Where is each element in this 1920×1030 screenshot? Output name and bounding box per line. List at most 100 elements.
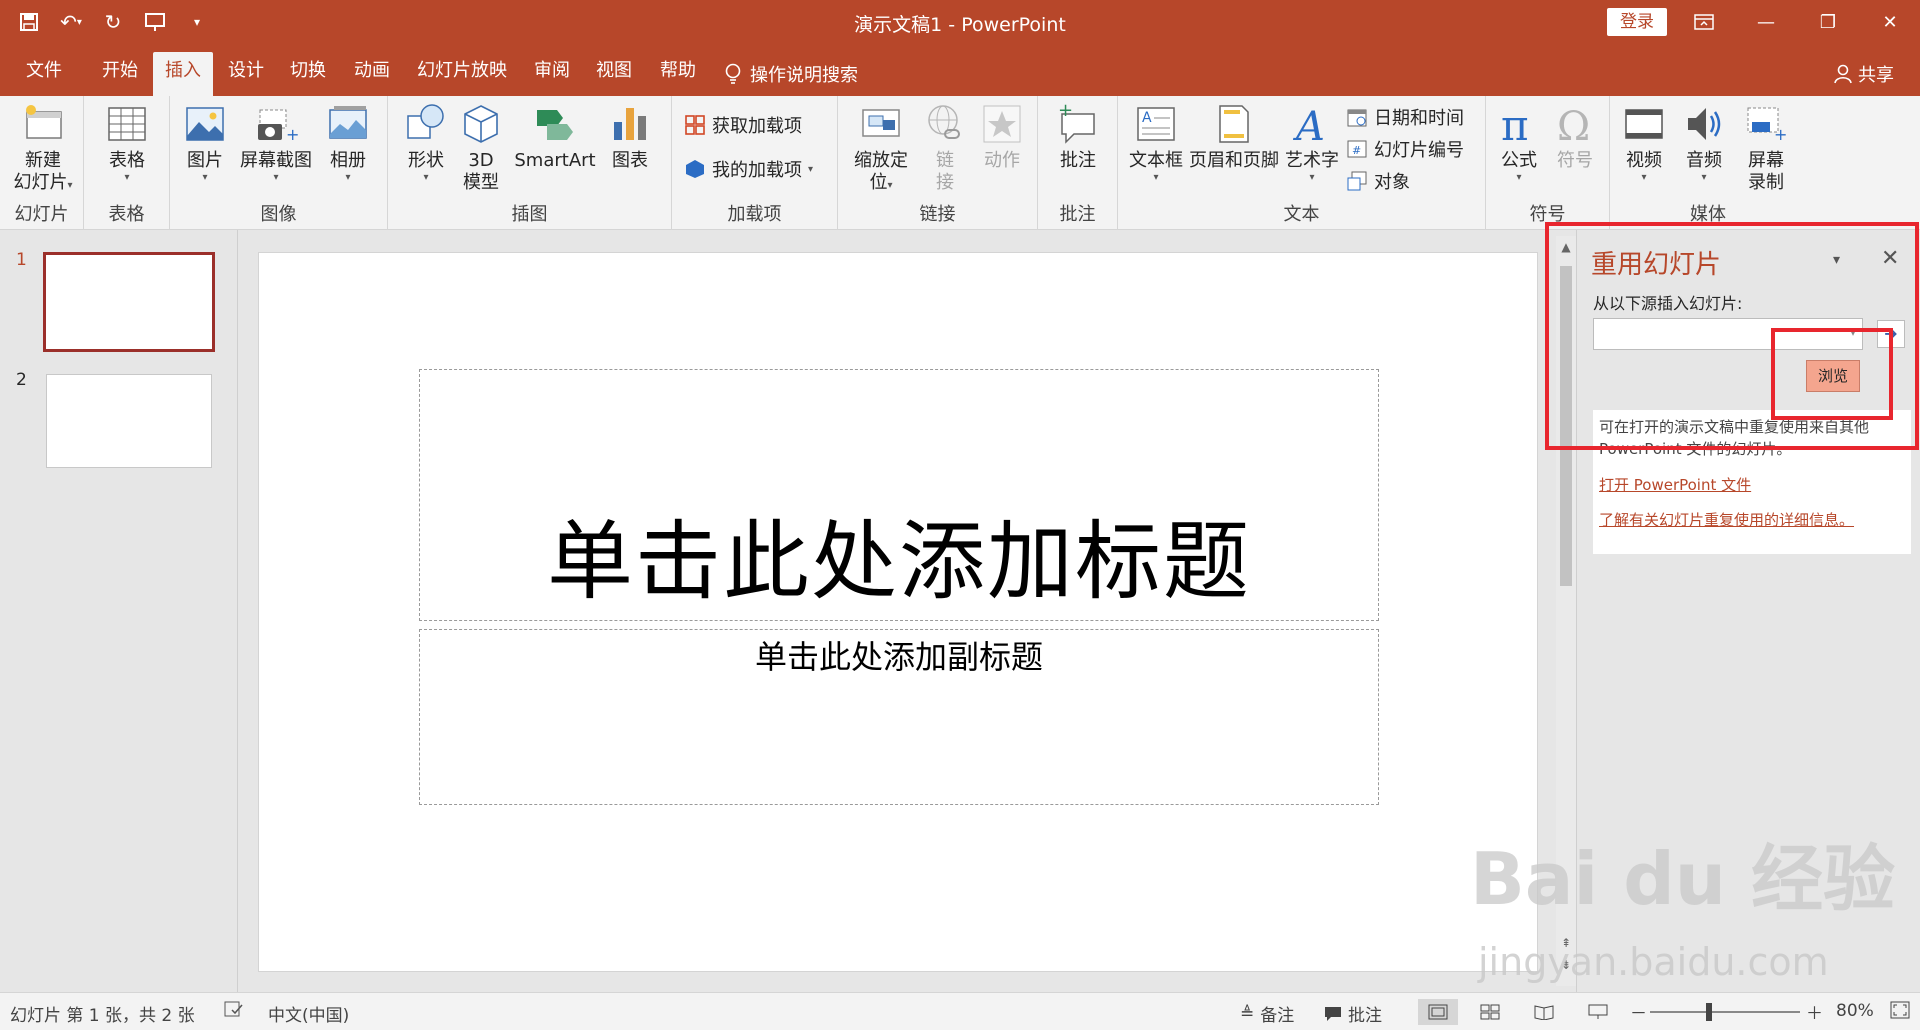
video-button[interactable]: 视频 ▾ xyxy=(1616,102,1672,184)
share-button[interactable]: 共享 xyxy=(1834,61,1894,87)
tab-transitions[interactable]: 切换 xyxy=(278,52,338,96)
symbol-button[interactable]: Ω 符号 xyxy=(1548,102,1602,172)
close-window-icon[interactable]: ✕ xyxy=(1862,0,1918,44)
smartart-button[interactable]: SmartArt xyxy=(512,102,598,172)
spellcheck-icon[interactable] xyxy=(224,1001,244,1019)
restore-icon[interactable]: ❐ xyxy=(1800,0,1856,44)
open-powerpoint-file-link[interactable]: 打开 PowerPoint 文件 xyxy=(1599,474,1905,495)
group-symbols: π 公式 ▾ Ω 符号 符号 xyxy=(1486,96,1610,230)
picture-icon xyxy=(186,107,224,141)
table-icon xyxy=(108,107,146,141)
shapes-button[interactable]: 形状 ▾ xyxy=(400,102,452,184)
get-addins-button[interactable]: 获取加载项 xyxy=(684,112,802,138)
ribbon-tabs: 文件 开始 插入 设计 切换 动画 幻灯片放映 审阅 视图 帮助 操作说明搜索 … xyxy=(0,44,1920,96)
wordart-button[interactable]: A 艺术字 ▾ xyxy=(1284,102,1340,184)
audio-button[interactable]: 音频 ▾ xyxy=(1676,102,1732,184)
slide-sorter-view-icon[interactable] xyxy=(1470,999,1510,1025)
lightbulb-icon xyxy=(725,63,741,84)
minimize-icon[interactable]: — xyxy=(1738,0,1794,44)
screenshot-button[interactable]: + 屏幕截图 ▾ xyxy=(236,102,316,184)
group-images: 图片 ▾ + 屏幕截图 ▾ 相册 ▾ 图像 xyxy=(170,96,388,230)
my-addins-button[interactable]: 我的加载项 ▾ xyxy=(684,156,813,182)
normal-view-icon[interactable] xyxy=(1418,999,1458,1025)
slideshow-view-icon[interactable] xyxy=(1578,999,1618,1025)
comments-button[interactable]: 批注 xyxy=(1324,1001,1382,1026)
comment-icon: + xyxy=(1058,102,1095,144)
tell-me-search[interactable]: 操作说明搜索 xyxy=(724,61,858,87)
watermark-url: jingyan.baidu.com xyxy=(1478,940,1829,984)
textbox-button[interactable]: A 文本框 ▾ xyxy=(1128,102,1184,184)
equation-button[interactable]: π 公式 ▾ xyxy=(1494,102,1544,184)
svg-text:A: A xyxy=(1142,110,1152,126)
slide-editing-area: 单击此处添加标题 单击此处添加副标题 ▲ ⇞ ⇟ xyxy=(238,230,1576,992)
learn-more-link[interactable]: 了解有关幻灯片重复使用的详细信息。 xyxy=(1599,509,1905,530)
highlight-box-browse xyxy=(1771,328,1893,420)
tab-slideshow[interactable]: 幻灯片放映 xyxy=(405,52,519,96)
login-button[interactable]: 登录 xyxy=(1607,8,1667,36)
subtitle-placeholder[interactable]: 单击此处添加副标题 xyxy=(419,629,1379,805)
datetime-button[interactable]: 日期和时间 xyxy=(1346,104,1464,130)
language-status[interactable]: 中文(中国) xyxy=(268,1001,349,1026)
watermark-logo: Bai du 经验 xyxy=(1470,837,1896,921)
zoom-level[interactable]: 80% xyxy=(1836,1001,1874,1021)
tab-file[interactable]: 文件 xyxy=(14,52,74,96)
notes-button[interactable]: ≜ 备注 xyxy=(1240,1001,1294,1027)
svg-text:+: + xyxy=(286,125,298,144)
new-slide-button[interactable]: 新建 幻灯片▾ xyxy=(8,102,78,194)
tab-animations[interactable]: 动画 xyxy=(342,52,402,96)
reading-view-icon[interactable] xyxy=(1524,999,1564,1025)
group-label-tables: 表格 xyxy=(108,204,145,225)
undo-icon[interactable]: ↶ ▾ xyxy=(56,8,86,36)
addin-cube-icon xyxy=(686,160,704,178)
object-button[interactable]: 对象 xyxy=(1346,168,1410,194)
3d-models-button[interactable]: 3D 模型 xyxy=(456,102,506,194)
tab-home[interactable]: 开始 xyxy=(90,52,150,96)
action-button[interactable]: 动作 xyxy=(974,102,1030,172)
comment-button[interactable]: + 批注 xyxy=(1048,102,1108,172)
presentation-icon[interactable] xyxy=(140,8,170,36)
title-placeholder[interactable]: 单击此处添加标题 xyxy=(419,369,1379,621)
group-text: A 文本框 ▾ 页眉和页脚 A 艺术字 ▾ 日期和时间 # 幻灯片编号 对象 文… xyxy=(1118,96,1486,230)
zoom-out-button[interactable]: － xyxy=(1630,999,1647,1024)
comment-status-icon xyxy=(1325,1006,1341,1021)
new-slide-icon xyxy=(26,105,62,139)
link-button[interactable]: 链 接 xyxy=(920,102,970,194)
cube-icon xyxy=(464,105,498,143)
fit-slide-icon[interactable] xyxy=(1890,1001,1910,1019)
picture-button[interactable]: 图片 ▾ xyxy=(178,102,232,184)
slide-thumbnail-1[interactable] xyxy=(43,252,215,352)
photo-album-icon xyxy=(329,106,367,139)
zoom-in-button[interactable]: ＋ xyxy=(1806,999,1823,1024)
slide-thumbnail-pane: 1 2 xyxy=(0,230,238,992)
chart-button[interactable]: 图表 xyxy=(602,102,658,172)
slide-number-button[interactable]: # 幻灯片编号 xyxy=(1346,136,1464,162)
tab-help[interactable]: 帮助 xyxy=(648,52,708,96)
slide-thumbnail-2[interactable] xyxy=(46,374,212,468)
ribbon-display-options-icon[interactable] xyxy=(1676,0,1732,44)
shapes-icon xyxy=(407,104,444,139)
tab-view[interactable]: 视图 xyxy=(584,52,644,96)
comments-label: 批注 xyxy=(1348,1006,1382,1026)
group-media: 视频 ▾ 音频 ▾ + 屏幕 录制 媒体 xyxy=(1610,96,1806,230)
redo-icon[interactable]: ↻ xyxy=(98,8,128,36)
film-icon xyxy=(1625,109,1663,139)
group-label-illustrations: 插图 xyxy=(511,204,548,225)
tab-design[interactable]: 设计 xyxy=(216,52,276,96)
zoom-slides-icon xyxy=(862,109,900,137)
save-icon[interactable] xyxy=(14,8,44,36)
zoom-slider-track[interactable] xyxy=(1650,1011,1800,1013)
zoom-slider-thumb[interactable] xyxy=(1706,1003,1712,1021)
tab-review[interactable]: 审阅 xyxy=(522,52,582,96)
tab-insert[interactable]: 插入 xyxy=(153,52,213,96)
table-button[interactable]: 表格 ▾ xyxy=(94,102,160,184)
customize-qat-icon[interactable]: ▾ xyxy=(182,8,212,36)
screen-recording-button[interactable]: + 屏幕 录制 xyxy=(1736,102,1796,194)
current-slide[interactable]: 单击此处添加标题 单击此处添加副标题 xyxy=(258,252,1538,972)
thumbnail-number: 1 xyxy=(16,250,27,270)
header-footer-button[interactable]: 页眉和页脚 xyxy=(1188,102,1280,172)
svg-text:#: # xyxy=(1352,144,1361,157)
svg-text:Ω: Ω xyxy=(1557,104,1590,146)
zoom-button[interactable]: 缩放定 位▾ xyxy=(846,102,916,194)
bar-chart-icon xyxy=(614,108,646,140)
photo-album-button[interactable]: 相册 ▾ xyxy=(320,102,376,184)
